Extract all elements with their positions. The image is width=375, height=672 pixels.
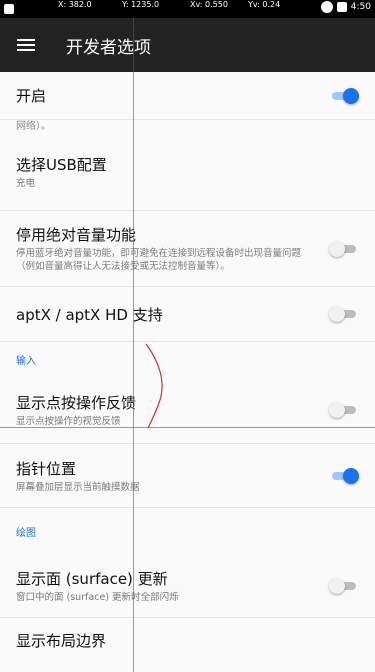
show-taps-switch[interactable] xyxy=(329,401,359,418)
page-title: 开发者选项 xyxy=(66,37,151,58)
usb-config-title: 选择USB配置 xyxy=(16,156,107,174)
absolute-volume-switch[interactable] xyxy=(329,240,359,257)
pointer-location-title: 指针位置 xyxy=(16,459,77,478)
absolute-volume-title: 停用绝对音量功能 xyxy=(16,226,137,244)
section-input-header: 输入 xyxy=(16,355,36,367)
pointer-crosshair-horizontal xyxy=(0,427,375,428)
row-surface-updates[interactable]: 显示面 (surface) 更新 窗口中的面 (surface) 更新时全部闪烁 xyxy=(0,554,375,618)
show-taps-summary: 显示点按操作的视觉反馈 xyxy=(16,415,121,427)
usb-config-summary: 充电 xyxy=(16,178,36,189)
master-toggle-switch[interactable] xyxy=(329,87,359,104)
row-aptx-support[interactable]: aptX / aptX HD 支持 xyxy=(0,287,375,342)
pointer-yv-readout: Yv: 0.24 xyxy=(248,0,281,9)
hamburger-icon xyxy=(17,39,35,51)
clipped-text: 网络）。 xyxy=(16,121,51,132)
status-right: 4:50 xyxy=(320,1,371,13)
notification-icon xyxy=(4,4,14,14)
pointer-crosshair-vertical xyxy=(133,18,134,672)
master-toggle-row[interactable]: 开启 xyxy=(0,72,375,120)
section-drawing-header: 绘图 xyxy=(16,527,36,539)
row-usb-config[interactable]: 选择USB配置 充电 xyxy=(0,134,375,211)
row-disable-absolute-volume[interactable]: 停用绝对音量功能 停用蓝牙绝对音量功能，即可避免在连接到远程设备时出现音量问题（… xyxy=(0,211,375,287)
pointer-location-summary: 屏幕叠加层显示当前触摸数据 xyxy=(16,481,140,493)
aptx-title: aptX / aptX HD 支持 xyxy=(16,305,163,324)
absolute-volume-summary: 停用蓝牙绝对音量功能，即可避免在连接到远程设备时出现音量问题（例如音量高得让人无… xyxy=(16,248,302,272)
row-show-taps[interactable]: 显示点按操作反馈 显示点按操作的视觉反馈 xyxy=(0,376,375,444)
clock: 4:50 xyxy=(350,2,371,12)
master-toggle-label: 开启 xyxy=(16,87,47,105)
surface-updates-title: 显示面 (surface) 更新 xyxy=(16,569,168,588)
pointer-xv-readout: Xv: 0.550 xyxy=(190,0,228,9)
layout-bounds-title: 显示布局边界 xyxy=(16,632,107,650)
pointer-x-readout: X: 382.0 xyxy=(58,0,92,9)
show-taps-title: 显示点按操作反馈 xyxy=(16,393,137,412)
pointer-y-readout: Y: 1235.0 xyxy=(122,0,160,9)
settings-list[interactable]: 开启 网络）。 选择USB配置 充电 停用绝对音量功能 停用蓝牙绝对音量功能，即… xyxy=(0,72,375,672)
menu-button[interactable] xyxy=(0,18,52,72)
app-bar: 开发者选项 xyxy=(0,18,375,72)
pointer-trace xyxy=(145,343,163,429)
row-pointer-location[interactable]: 指针位置 屏幕叠加层显示当前触摸数据 xyxy=(0,444,375,508)
aptx-switch[interactable] xyxy=(329,306,359,322)
battery-icon xyxy=(336,2,347,12)
surface-updates-switch[interactable] xyxy=(329,577,359,594)
pointer-location-switch[interactable] xyxy=(329,467,359,484)
status-bar: X: 382.0 Y: 1235.0 Xv: 0.550 Yv: 0.24 4:… xyxy=(0,0,375,18)
wifi-icon xyxy=(320,1,333,13)
surface-updates-summary: 窗口中的面 (surface) 更新时全部闪烁 xyxy=(16,591,179,603)
row-layout-bounds[interactable]: 显示布局边界 xyxy=(0,618,375,658)
